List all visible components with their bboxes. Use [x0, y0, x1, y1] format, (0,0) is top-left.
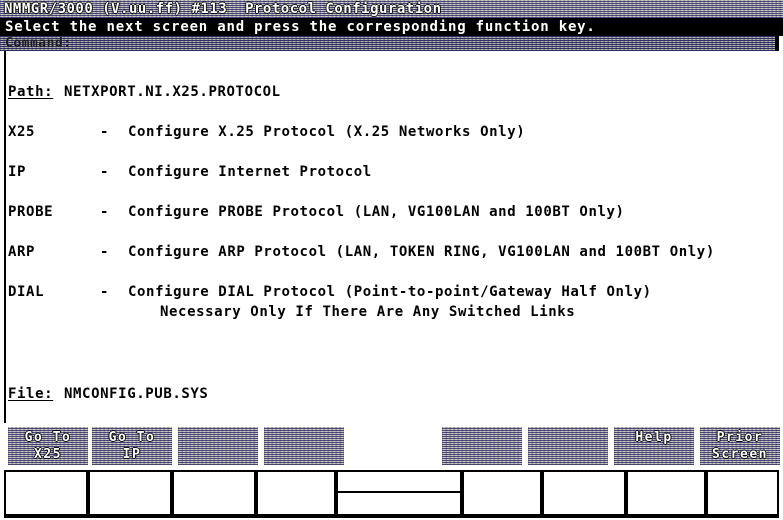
function-key-bar: Go To X25 Go To IP Help Prior Screen [0, 427, 783, 467]
keycap-1[interactable] [4, 470, 88, 516]
function-key-f8-line2: Screen [712, 447, 768, 462]
function-key-f2-line1: Go To [108, 430, 156, 445]
function-key-f7-help[interactable]: Help [614, 427, 694, 465]
function-key-f2-line2: IP [122, 447, 142, 462]
command-bar-right-fill [775, 36, 779, 51]
command-input[interactable]: Command: [0, 36, 775, 51]
menu-item-dash-arp: - [100, 244, 110, 260]
instruction-text: Select the next screen and press the cor… [5, 19, 596, 35]
keycap-2[interactable] [88, 470, 172, 516]
keycap-6[interactable] [462, 470, 542, 516]
function-key-f2[interactable]: Go To IP [92, 427, 172, 465]
menu-item-desc-arp: Configure ARP Protocol (LAN, TOKEN RING,… [128, 244, 715, 260]
function-key-f4[interactable] [264, 427, 344, 465]
keycap-5-split[interactable] [336, 470, 462, 516]
menu-item-key-dial[interactable]: DIAL [8, 284, 44, 300]
menu-item-key-x25[interactable]: X25 [8, 124, 35, 140]
menu-item-key-probe[interactable]: PROBE [8, 204, 53, 220]
function-key-f5[interactable] [442, 427, 522, 465]
function-key-f1[interactable]: Go To X25 [8, 427, 88, 465]
instruction-bar: Select the next screen and press the cor… [0, 18, 783, 36]
title-bar: NMMGR/3000 (V.uu.ff) #113 Protocol Confi… [0, 0, 783, 18]
menu-item-dash-probe: - [100, 204, 110, 220]
function-key-f1-line2: X25 [34, 447, 62, 462]
menu-item-desc-ip: Configure Internet Protocol [128, 164, 372, 180]
keycap-5-divider [338, 491, 460, 493]
command-label: Command: [5, 36, 72, 51]
function-key-f7-line1: Help [635, 430, 673, 445]
function-key-f6[interactable] [528, 427, 608, 465]
keycap-baseline [4, 516, 779, 518]
keycap-row [4, 470, 779, 518]
path-value: NETXPORT.NI.X25.PROTOCOL [64, 84, 281, 100]
function-key-f1-line1: Go To [24, 430, 72, 445]
terminal-screen: NMMGR/3000 (V.uu.ff) #113 Protocol Confi… [0, 0, 783, 520]
keycap-9[interactable] [706, 470, 779, 516]
main-content: Path: NETXPORT.NI.X25.PROTOCOL X25 - Con… [0, 51, 783, 423]
menu-item-desc-dial: Configure DIAL Protocol (Point-to-point/… [128, 284, 652, 300]
menu-item-dash-x25: - [100, 124, 110, 140]
file-value: NMCONFIG.PUB.SYS [64, 386, 209, 402]
menu-item-note-dial: Necessary Only If There Are Any Switched… [160, 304, 576, 320]
file-label: File: [8, 386, 54, 402]
menu-item-key-ip[interactable]: IP [8, 164, 26, 180]
menu-item-desc-probe: Configure PROBE Protocol (LAN, VG100LAN … [128, 204, 625, 220]
menu-item-desc-x25: Configure X.25 Protocol (X.25 Networks O… [128, 124, 526, 140]
function-key-f8-prior-screen[interactable]: Prior Screen [700, 427, 780, 465]
path-label: Path: [8, 84, 54, 100]
keycap-3[interactable] [172, 470, 256, 516]
menu-item-dash-dial: - [100, 284, 110, 300]
keycap-4[interactable] [256, 470, 336, 516]
function-key-f8-line1: Prior [716, 430, 764, 445]
keycap-8[interactable] [626, 470, 706, 516]
menu-item-dash-ip: - [100, 164, 110, 180]
keycap-7[interactable] [542, 470, 626, 516]
menu-item-key-arp[interactable]: ARP [8, 244, 35, 260]
function-key-f3[interactable] [178, 427, 258, 465]
page-title: NMMGR/3000 (V.uu.ff) #113 Protocol Confi… [4, 1, 442, 17]
